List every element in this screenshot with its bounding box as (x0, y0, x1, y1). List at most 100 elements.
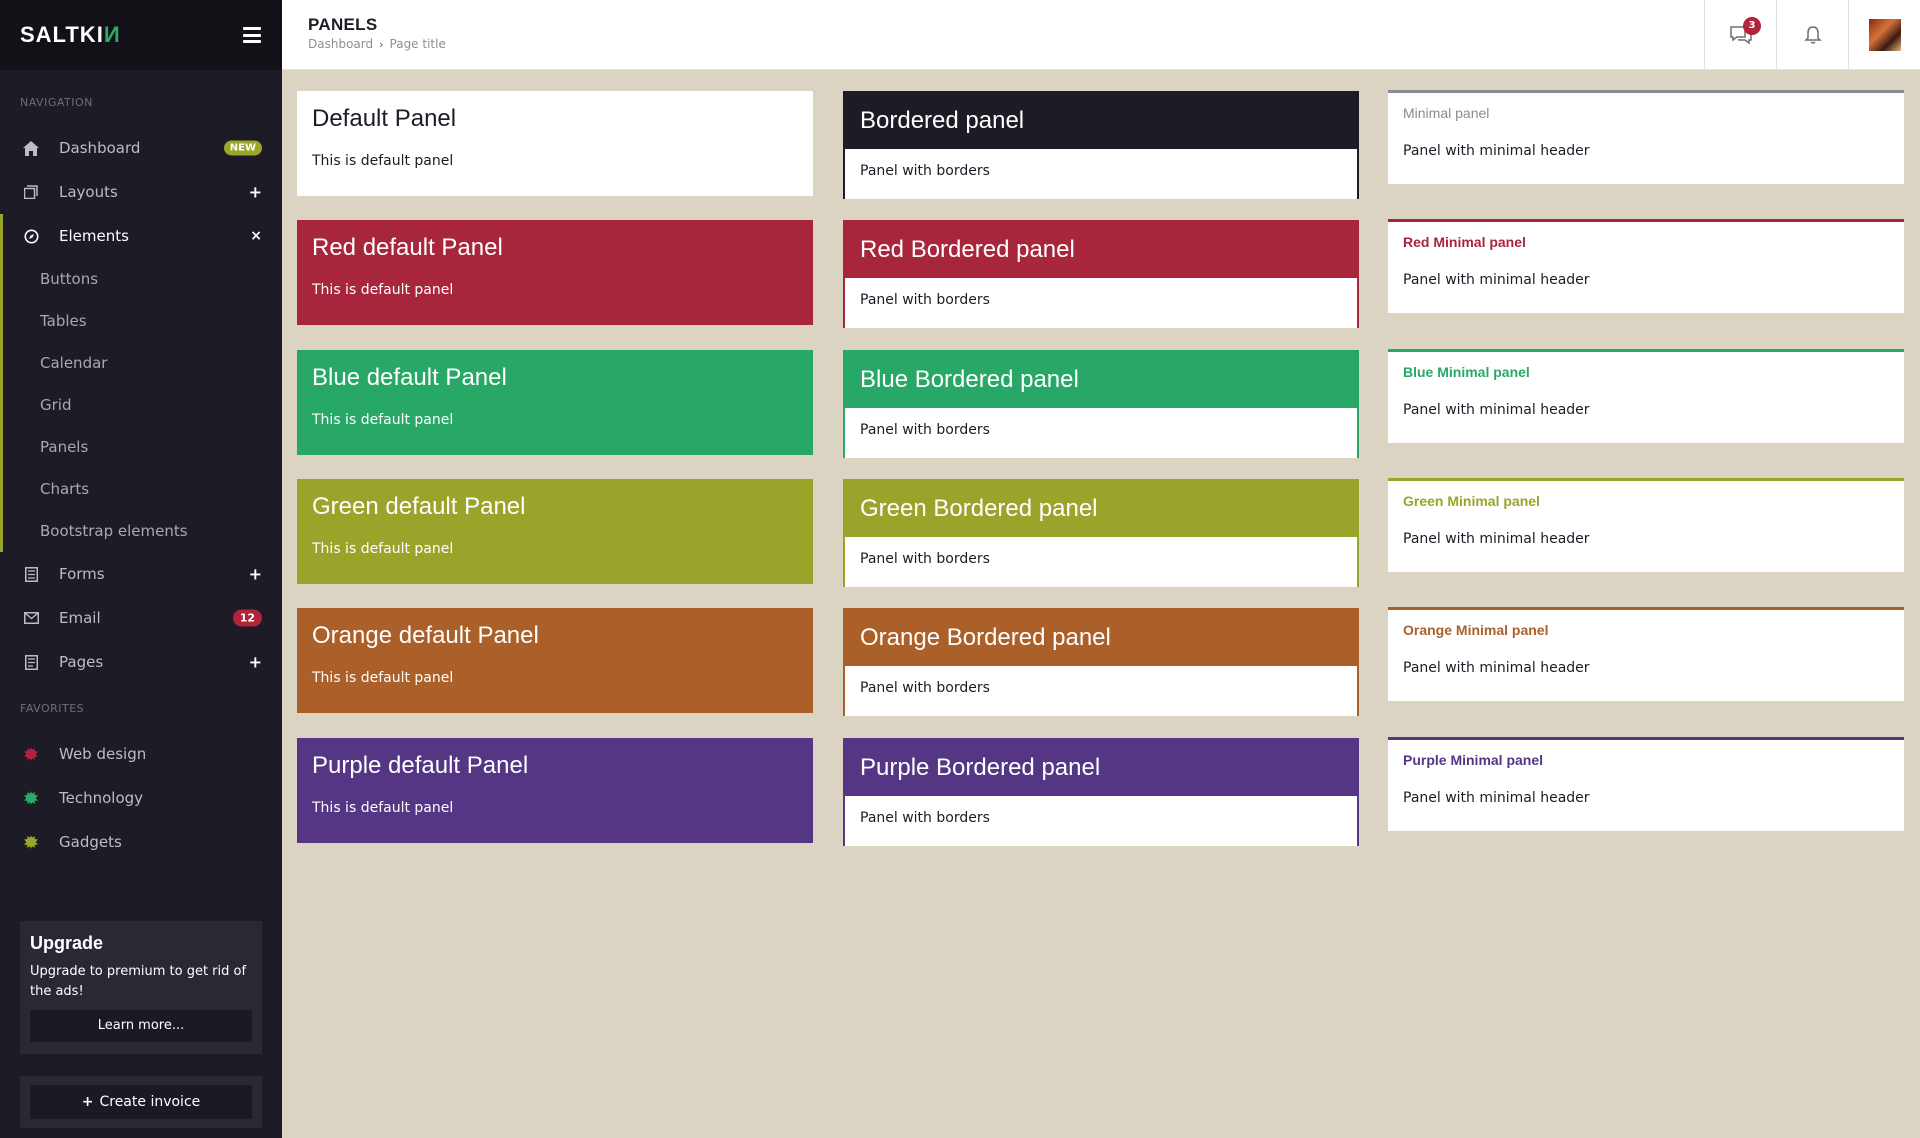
panel-body: Panel with borders (845, 796, 1357, 846)
submenu-item-buttons[interactable]: Buttons (3, 258, 282, 300)
panel-title: Green Minimal panel (1403, 493, 1540, 509)
orange-minimal-panel: Orange Minimal panel Panel with minimal … (1388, 607, 1904, 701)
menu-toggle-icon[interactable] (243, 27, 261, 43)
panel-title: Blue default Panel (312, 364, 507, 391)
green-minimal-panel: Green Minimal panel Panel with minimal h… (1388, 478, 1904, 572)
panel-title: Orange default Panel (312, 622, 539, 649)
elements-icon (21, 226, 41, 246)
favorite-label: Technology (59, 789, 144, 807)
expand-icon[interactable]: + (249, 183, 262, 202)
starburst-red-icon (21, 744, 41, 764)
panel-body: This is default panel (312, 541, 454, 557)
new-badge: NEW (223, 140, 262, 156)
minimal-panel: Minimal panel Panel with minimal header (1388, 90, 1904, 184)
panel-title: Green Bordered panel (845, 481, 1357, 537)
panel-body: Panel with borders (845, 666, 1357, 716)
submenu-item-grid[interactable]: Grid (3, 384, 282, 426)
favorite-item-web-design[interactable]: Web design (0, 732, 282, 776)
red-minimal-panel: Red Minimal panel Panel with minimal hea… (1388, 219, 1904, 313)
panel-title: Default Panel (312, 105, 457, 132)
forms-icon (21, 564, 41, 584)
sidebar-item-layouts[interactable]: Layouts + (0, 170, 282, 214)
panel-body: Panel with borders (845, 149, 1357, 199)
starburst-green-icon (21, 788, 41, 808)
messages-count-badge: 3 (1743, 17, 1761, 35)
orange-bordered-panel: Orange Bordered panel Panel with borders (843, 608, 1359, 716)
purple-default-panel: Purple default Panel This is default pan… (297, 738, 813, 843)
panel-body: Panel with minimal header (1403, 660, 1590, 676)
notifications-button[interactable] (1776, 0, 1848, 70)
panel-title: Blue Bordered panel (845, 352, 1357, 408)
submenu-item-bootstrap-elements[interactable]: Bootstrap elements (3, 510, 282, 552)
brand-logo[interactable]: SALTKIИ (20, 22, 121, 48)
panel-body: This is default panel (312, 282, 454, 298)
sidebar-item-dashboard[interactable]: Dashboard NEW (0, 126, 282, 170)
breadcrumb-item-current: Page title (389, 37, 446, 51)
sidebar-item-forms[interactable]: Forms + (0, 552, 282, 596)
panel-title: Orange Minimal panel (1403, 622, 1549, 638)
home-icon (21, 138, 41, 158)
panel-body: Panel with borders (845, 278, 1357, 328)
panel-body: This is default panel (312, 800, 454, 816)
avatar[interactable] (1868, 19, 1901, 51)
bell-icon (1803, 26, 1822, 44)
profile-button[interactable] (1848, 0, 1920, 70)
submenu-item-tables[interactable]: Tables (3, 300, 282, 342)
expand-icon[interactable]: + (249, 565, 262, 584)
panel-body: Panel with minimal header (1403, 143, 1590, 159)
default-panel: Default Panel This is default panel (297, 91, 813, 196)
learn-more-button[interactable]: Learn more... (30, 1010, 252, 1042)
orange-default-panel: Orange default Panel This is default pan… (297, 608, 813, 713)
favorite-item-gadgets[interactable]: Gadgets (0, 820, 282, 864)
messages-button[interactable]: 3 (1704, 0, 1776, 70)
red-default-panel: Red default Panel This is default panel (297, 220, 813, 325)
panel-body: Panel with minimal header (1403, 272, 1590, 288)
page-title: PANELS (308, 15, 378, 34)
submenu-item-panels[interactable]: Panels (3, 426, 282, 468)
purple-bordered-panel: Purple Bordered panel Panel with borders (843, 738, 1359, 846)
top-bar: PANELS Dashboard › Page title 3 (282, 0, 1920, 70)
panel-body: Panel with minimal header (1403, 402, 1590, 418)
expand-icon[interactable]: + (249, 653, 262, 672)
create-invoice-button[interactable]: + Create invoice (30, 1085, 252, 1119)
starburst-olive-icon (21, 832, 41, 852)
upgrade-box: Upgrade Upgrade to premium to get rid of… (20, 921, 262, 1054)
sidebar-item-pages[interactable]: Pages + (0, 640, 282, 684)
blue-bordered-panel: Blue Bordered panel Panel with borders (843, 350, 1359, 458)
favorite-label: Web design (59, 745, 147, 763)
layouts-icon (21, 182, 41, 202)
submenu-item-charts[interactable]: Charts (3, 468, 282, 510)
favorite-label: Gadgets (59, 833, 122, 851)
purple-minimal-panel: Purple Minimal panel Panel with minimal … (1388, 737, 1904, 831)
bordered-panel: Bordered panel Panel with borders (843, 91, 1359, 199)
email-count-badge: 12 (232, 609, 262, 627)
panel-body: This is default panel (312, 670, 454, 686)
panel-title: Purple default Panel (312, 752, 529, 779)
green-default-panel: Green default Panel This is default pane… (297, 479, 813, 584)
panel-title: Red Minimal panel (1403, 234, 1526, 250)
sidebar: SALTKIИ NAVIGATION Dashboard NEW Layouts… (0, 0, 282, 1138)
panel-title: Purple Minimal panel (1403, 752, 1544, 768)
submenu-item-calendar[interactable]: Calendar (3, 342, 282, 384)
panel-title: Minimal panel (1403, 105, 1490, 121)
nav-section-header: NAVIGATION (20, 96, 93, 109)
sidebar-item-email[interactable]: Email 12 (0, 596, 282, 640)
panel-body: This is default panel (312, 412, 454, 428)
sidebar-item-elements[interactable]: Elements × (0, 214, 282, 258)
panel-title: Orange Bordered panel (845, 610, 1357, 666)
panel-body: Panel with minimal header (1403, 790, 1590, 806)
panel-title: Bordered panel (845, 93, 1357, 149)
pages-icon (21, 652, 41, 672)
top-actions: 3 (1704, 0, 1920, 70)
red-bordered-panel: Red Bordered panel Panel with borders (843, 220, 1359, 328)
create-invoice-box: + Create invoice (20, 1076, 262, 1128)
email-icon (21, 608, 41, 628)
panel-title: Red default Panel (312, 234, 503, 261)
plus-icon: + (81, 1094, 94, 1110)
breadcrumb-item-dashboard[interactable]: Dashboard (308, 37, 373, 51)
favorite-item-technology[interactable]: Technology (0, 776, 282, 820)
upgrade-text: Upgrade to premium to get rid of the ads… (30, 964, 247, 999)
chevron-right-icon: › (379, 37, 384, 51)
panel-body: Panel with borders (845, 537, 1357, 587)
collapse-icon[interactable]: × (250, 228, 262, 244)
